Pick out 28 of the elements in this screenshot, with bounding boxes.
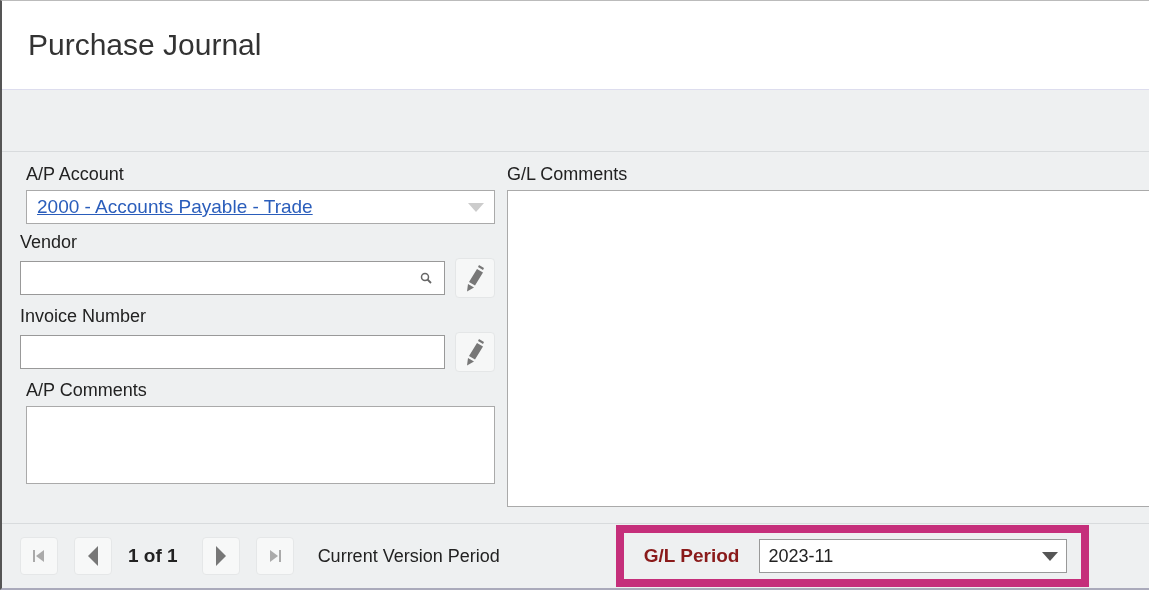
nav-button[interactable] [74,537,112,575]
caret-icon [1042,551,1059,561]
page-indicator: 1 of 1 [128,545,178,567]
invoice-number-field[interactable] [20,335,445,369]
nav-button[interactable] [201,537,240,575]
pencil-icon [464,263,486,293]
vendor-field[interactable] [20,261,445,295]
field-label: G/L Comments [507,164,629,185]
field-label: Invoice Number [20,306,148,327]
field-label: Vendor [20,232,79,253]
account-dropdown[interactable]: 2000 - Accounts Payable - Trade [26,190,495,224]
triangle-left-icon [87,546,99,566]
caret-icon [468,202,484,212]
version-label: Current Version Period [317,545,500,567]
edit-button[interactable] [455,332,495,372]
skip-back-icon [32,549,46,563]
field-label: A/P Comments [26,380,148,401]
comments-field[interactable] [507,190,1149,507]
period-dropdown[interactable]: 2023-11 [759,539,1068,573]
field-label: A/P Account [26,164,125,185]
triangle-right-icon [214,546,227,566]
window-title: Purchase Journal [28,28,262,62]
field-label: G/L Period [643,545,740,567]
pencil-icon [464,337,486,367]
search-icon [420,272,432,284]
skip-forward-icon [267,549,282,563]
edit-button[interactable] [455,258,495,298]
comments-field[interactable] [26,406,495,484]
